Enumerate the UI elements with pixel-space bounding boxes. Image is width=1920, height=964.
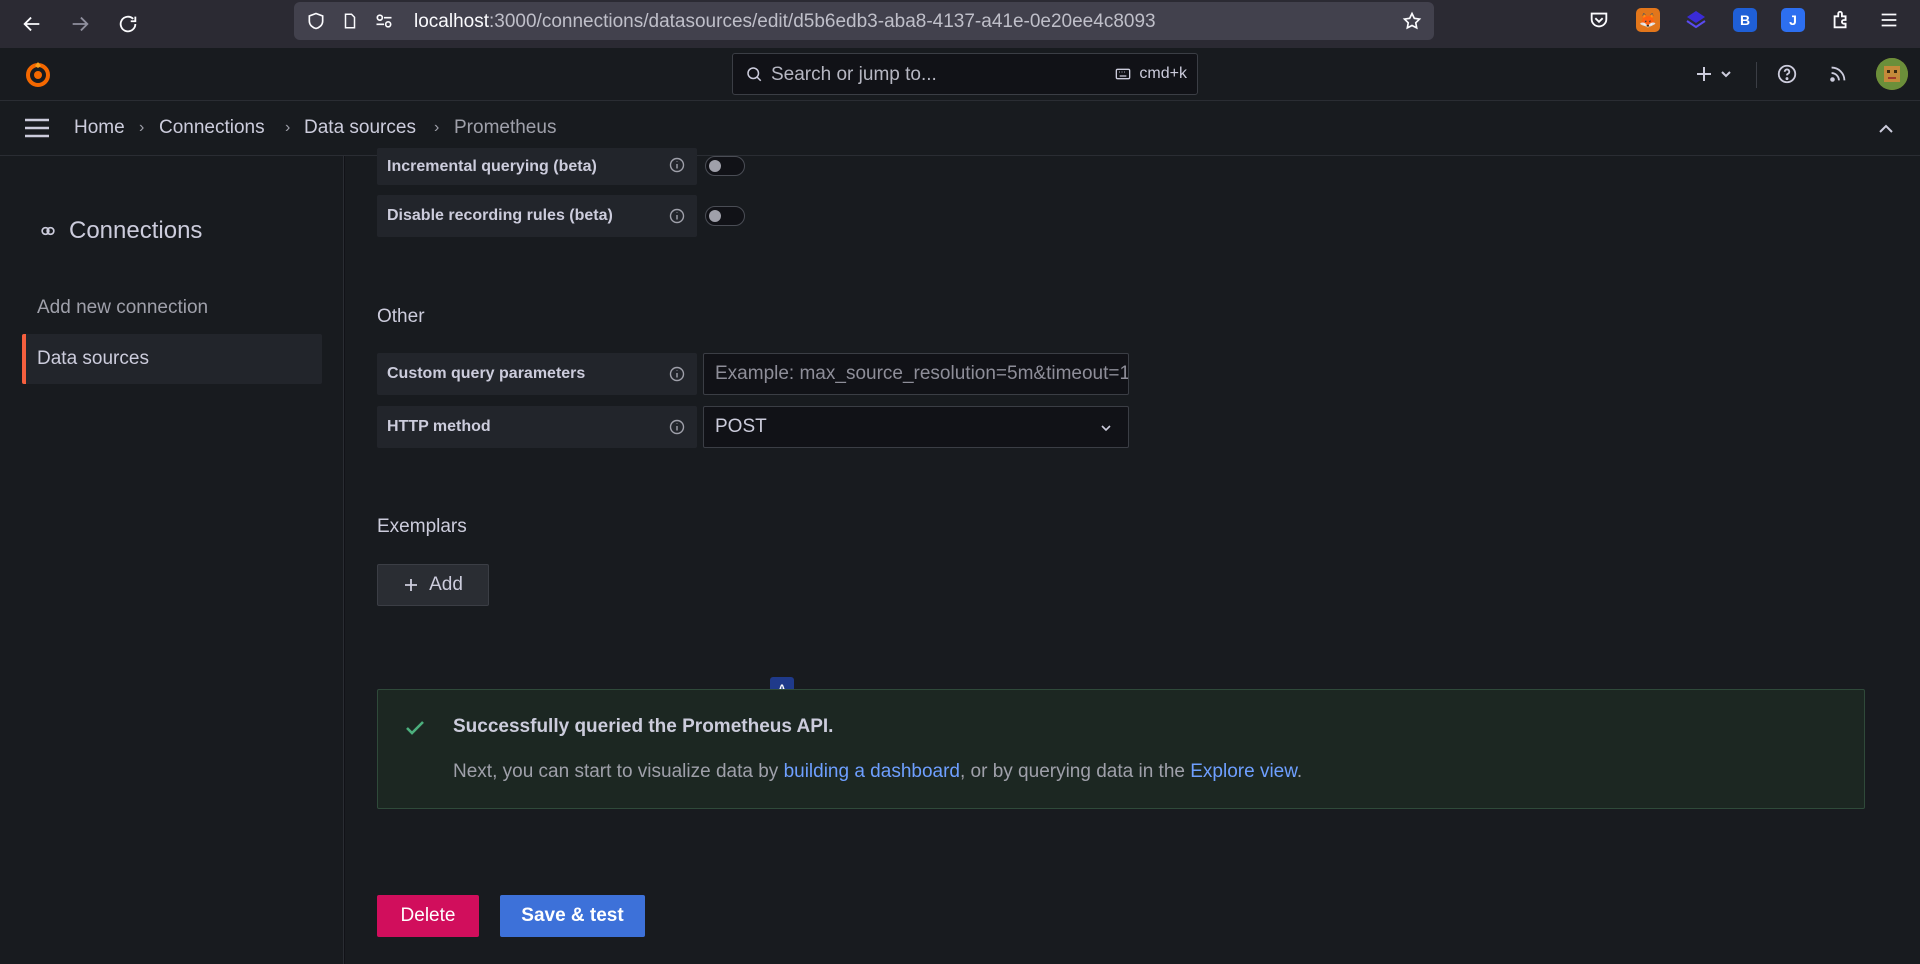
pocket-icon[interactable]: [1587, 8, 1611, 32]
disable-recording-rules-toggle[interactable]: [705, 206, 745, 226]
breadcrumb-chevron-icon: ›: [139, 119, 145, 136]
search-icon: [747, 67, 762, 82]
check-icon: [406, 721, 424, 735]
new-plus-dropdown-icon[interactable]: [1692, 62, 1736, 86]
alert-body-prefix: Next, you can start to visualize data by: [453, 761, 784, 782]
extensions-puzzle-icon[interactable]: [1829, 8, 1853, 32]
building-dashboard-link[interactable]: building a dashboard: [784, 761, 960, 782]
url-bar[interactable]: localhost:3000/connections/datasources/e…: [294, 2, 1434, 40]
sidebar-item-add-new-connection[interactable]: Add new connection: [22, 283, 322, 333]
custom-query-parameters-input[interactable]: Example: max_source_resolution=5m&timeou…: [703, 353, 1129, 395]
sidebar: Connections Add new connection Data sour…: [0, 156, 344, 964]
browser-toolbar: localhost:3000/connections/datasources/e…: [0, 0, 1920, 48]
plus-icon: [405, 579, 418, 591]
disable-recording-rules-label: Disable recording rules (beta): [377, 195, 697, 237]
collapse-chevron-up-icon[interactable]: [1876, 119, 1896, 139]
breadcrumb-home[interactable]: Home: [74, 117, 125, 139]
extension-layers-icon[interactable]: [1684, 8, 1708, 32]
url-host: localhost: [414, 11, 489, 32]
info-icon[interactable]: [669, 419, 685, 435]
info-icon[interactable]: [669, 208, 685, 224]
http-method-text: HTTP method: [387, 418, 491, 435]
hamburger-menu-icon[interactable]: [24, 117, 50, 139]
bookmark-star-icon[interactable]: [1402, 11, 1422, 31]
alert-body: Next, you can start to visualize data by…: [453, 761, 1302, 783]
breadcrumb: Home › Connections › Data sources › Prom…: [0, 101, 1920, 156]
main-content: Incremental querying (beta) Disable reco…: [345, 148, 1920, 964]
reload-icon[interactable]: [108, 4, 148, 44]
http-method-select[interactable]: POST: [703, 406, 1129, 448]
breadcrumb-chevron-icon: ›: [434, 119, 440, 136]
shortcut-label: cmd+k: [1139, 65, 1187, 82]
shield-icon[interactable]: [306, 11, 326, 31]
delete-button[interactable]: Delete: [377, 895, 479, 937]
add-exemplar-button[interactable]: Add: [377, 564, 489, 606]
incremental-querying-label: Incremental querying (beta): [377, 148, 697, 185]
news-rss-icon[interactable]: [1826, 62, 1850, 86]
user-avatar[interactable]: [1876, 58, 1908, 90]
back-icon[interactable]: [12, 4, 52, 44]
custom-query-parameters-text: Custom query parameters: [387, 365, 586, 382]
jira-extension-icon[interactable]: J: [1781, 8, 1805, 32]
info-icon[interactable]: [669, 366, 685, 382]
keyboard-icon: [1116, 68, 1131, 80]
explore-view-link[interactable]: Explore view: [1190, 761, 1297, 782]
alert-body-mid: , or by querying data in the: [959, 761, 1191, 782]
url-text[interactable]: localhost:3000/connections/datasources/e…: [414, 11, 1156, 33]
breadcrumb-prometheus: Prometheus: [454, 117, 557, 138]
bitwarden-icon[interactable]: B: [1733, 8, 1757, 32]
keyboard-shortcut: cmd+k: [1113, 65, 1187, 83]
incremental-querying-toggle[interactable]: [705, 156, 745, 176]
add-button-label: Add: [429, 574, 463, 595]
breadcrumb-chevron-icon: ›: [285, 119, 291, 136]
http-method-value: POST: [715, 416, 767, 437]
forward-icon[interactable]: [60, 4, 100, 44]
search-input[interactable]: Search or jump to... cmd+k: [732, 53, 1198, 95]
site-info-icon[interactable]: [374, 11, 394, 31]
search-placeholder: Search or jump to...: [771, 64, 937, 85]
metamask-icon[interactable]: 🦊: [1636, 8, 1660, 32]
custom-query-parameters-label: Custom query parameters: [377, 353, 697, 395]
exemplars-section-title: Exemplars: [377, 516, 467, 537]
page-icon: [340, 11, 360, 31]
breadcrumb-data-sources[interactable]: Data sources: [304, 117, 416, 139]
save-test-button[interactable]: Save & test: [500, 895, 645, 937]
disable-recording-rules-text: Disable recording rules (beta): [387, 207, 613, 224]
connections-icon: [41, 226, 55, 236]
breadcrumb-connections[interactable]: Connections: [159, 117, 265, 139]
http-method-label: HTTP method: [377, 406, 697, 448]
menu-icon[interactable]: [1877, 8, 1901, 32]
alert-title: Successfully queried the Prometheus API.: [453, 716, 834, 737]
url-path: :3000/connections/datasources/edit/d5b6e…: [489, 11, 1156, 32]
help-icon[interactable]: [1775, 62, 1799, 86]
chevron-down-icon: [1101, 425, 1111, 432]
success-alert: Successfully queried the Prometheus API.…: [377, 689, 1865, 809]
grafana-topbar: Search or jump to... cmd+k: [0, 48, 1920, 101]
grafana-logo-icon[interactable]: [22, 58, 54, 90]
sidebar-title: Connections: [69, 217, 203, 244]
info-icon[interactable]: [669, 157, 685, 173]
alert-body-suffix: .: [1296, 761, 1303, 782]
other-section-title: Other: [377, 306, 425, 327]
sidebar-item-data-sources[interactable]: Data sources: [22, 334, 322, 384]
topbar-divider: [1756, 62, 1757, 88]
incremental-querying-text: Incremental querying (beta): [387, 157, 597, 175]
